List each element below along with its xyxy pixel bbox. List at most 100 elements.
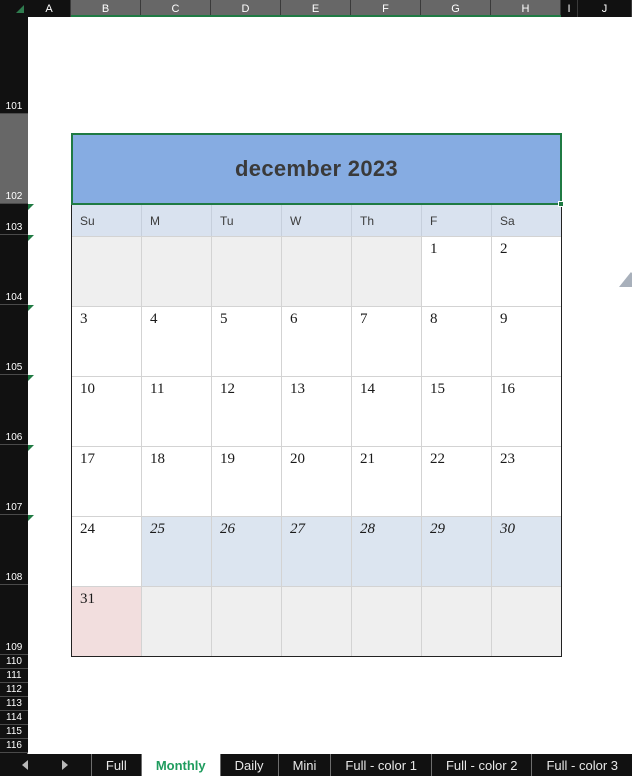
row-header-102[interactable]: 102 <box>0 114 28 204</box>
calendar-empty-cell[interactable] <box>282 236 352 306</box>
calendar-day-cell-5[interactable]: 5 <box>212 306 282 376</box>
calendar-day-cell-29[interactable]: 29 <box>422 516 492 586</box>
day-number: 8 <box>430 311 438 327</box>
day-number: 28 <box>360 521 375 537</box>
calendar-day-cell-20[interactable]: 20 <box>282 446 352 516</box>
calendar-title-cell[interactable]: december 2023 <box>71 133 564 207</box>
select-all-triangle-icon <box>16 5 24 13</box>
weekday-header-th[interactable]: Th <box>352 205 422 236</box>
day-number: 4 <box>150 311 158 327</box>
previous-sheet-arrow-icon[interactable] <box>22 760 29 770</box>
row-header-107[interactable]: 107 <box>0 445 28 515</box>
calendar-empty-cell[interactable] <box>72 236 142 306</box>
sheet-tab-mini[interactable]: Mini <box>277 754 331 776</box>
column-header-i[interactable]: I <box>561 0 578 17</box>
calendar-day-cell-22[interactable]: 22 <box>422 446 492 516</box>
day-number: 31 <box>80 591 95 607</box>
calendar-day-cell-17[interactable]: 17 <box>72 446 142 516</box>
column-header-j[interactable]: J <box>578 0 632 17</box>
row-header-112[interactable]: 112 <box>0 683 28 697</box>
calendar-day-cell-18[interactable]: 18 <box>142 446 212 516</box>
day-number: 2 <box>500 241 508 257</box>
sheet-canvas[interactable]: december 2023 Su M Tu W Th F Sa 1 2 3 4 5 6 7 8 9 10 11 1… <box>29 17 632 754</box>
sheet-tab-full-color-2[interactable]: Full - color 2 <box>430 754 532 776</box>
calendar-empty-cell[interactable] <box>352 236 422 306</box>
sheet-tab-full-color-3[interactable]: Full - color 3 <box>531 754 632 776</box>
calendar-empty-cell[interactable] <box>212 236 282 306</box>
select-all-button[interactable] <box>0 0 28 17</box>
day-number: 30 <box>500 521 515 537</box>
calendar-empty-cell[interactable] <box>212 586 282 656</box>
day-number: 3 <box>80 311 88 327</box>
calendar: december 2023 Su M Tu W Th F Sa 1 2 3 4 5 6 7 8 9 10 11 1… <box>71 133 564 657</box>
calendar-day-cell-1[interactable]: 1 <box>422 236 492 306</box>
calendar-empty-cell[interactable] <box>142 586 212 656</box>
calendar-day-cell-2[interactable]: 2 <box>492 236 561 306</box>
calendar-grid: Su M Tu W Th F Sa 1 2 3 4 5 6 7 8 9 10 11 12 13 14 15 16 17 18 1… <box>71 205 562 657</box>
row-header-116[interactable]: 116 <box>0 739 28 753</box>
row-header-111[interactable]: 111 <box>0 669 28 683</box>
next-sheet-arrow-icon[interactable] <box>62 760 69 770</box>
calendar-day-cell-25[interactable]: 25 <box>142 516 212 586</box>
row-header-114[interactable]: 114 <box>0 711 28 725</box>
scroll-up-triangle-icon[interactable] <box>619 272 632 287</box>
calendar-empty-cell[interactable] <box>142 236 212 306</box>
day-number: 17 <box>80 451 95 467</box>
weekday-header-f[interactable]: F <box>422 205 492 236</box>
calendar-day-cell-13[interactable]: 13 <box>282 376 352 446</box>
row-header-103[interactable]: 103 <box>0 204 28 235</box>
weekday-header-su[interactable]: Su <box>72 205 142 236</box>
calendar-day-cell-30[interactable]: 30 <box>492 516 561 586</box>
calendar-day-cell-19[interactable]: 19 <box>212 446 282 516</box>
calendar-day-cell-15[interactable]: 15 <box>422 376 492 446</box>
calendar-day-cell-24[interactable]: 24 <box>72 516 142 586</box>
row-header-104[interactable]: 104 <box>0 235 28 305</box>
row-header-109[interactable]: 109 <box>0 585 28 655</box>
calendar-empty-cell[interactable] <box>492 586 561 656</box>
row-header-106[interactable]: 106 <box>0 375 28 445</box>
selection-fill-handle[interactable] <box>558 201 564 207</box>
weekday-header-tu[interactable]: Tu <box>212 205 282 236</box>
sheet-tab-full-color-1[interactable]: Full - color 1 <box>330 754 431 776</box>
calendar-day-cell-3[interactable]: 3 <box>72 306 142 376</box>
calendar-day-cell-7[interactable]: 7 <box>352 306 422 376</box>
calendar-day-cell-26[interactable]: 26 <box>212 516 282 586</box>
sheet-tab-full[interactable]: Full <box>90 754 141 776</box>
calendar-empty-cell[interactable] <box>282 586 352 656</box>
calendar-day-cell-16[interactable]: 16 <box>492 376 561 446</box>
day-number: 20 <box>290 451 305 467</box>
calendar-empty-cell[interactable] <box>352 586 422 656</box>
row-header-108[interactable]: 108 <box>0 515 28 585</box>
row-header-113[interactable]: 113 <box>0 697 28 711</box>
sheet-tab-daily[interactable]: Daily <box>219 754 278 776</box>
calendar-day-cell-28[interactable]: 28 <box>352 516 422 586</box>
calendar-day-cell-23[interactable]: 23 <box>492 446 561 516</box>
row-header-115[interactable]: 115 <box>0 725 28 739</box>
weekday-header-row: Su M Tu W Th F Sa <box>72 205 561 236</box>
calendar-day-cell-27[interactable]: 27 <box>282 516 352 586</box>
calendar-day-cell-6[interactable]: 6 <box>282 306 352 376</box>
calendar-day-cell-10[interactable]: 10 <box>72 376 142 446</box>
calendar-week-row: 3 4 5 6 7 8 9 <box>72 306 561 376</box>
column-header-a[interactable]: A <box>28 0 71 17</box>
row-header-101[interactable]: 101 <box>0 17 28 114</box>
calendar-day-cell-12[interactable]: 12 <box>212 376 282 446</box>
sheet-tab-bar: Full Monthly Daily Mini Full - color 1 Full -… <box>0 754 632 776</box>
day-number: 26 <box>220 521 235 537</box>
row-header-105[interactable]: 105 <box>0 305 28 375</box>
weekday-header-w[interactable]: W <box>282 205 352 236</box>
calendar-day-cell-9[interactable]: 9 <box>492 306 561 376</box>
weekday-header-sa[interactable]: Sa <box>492 205 561 236</box>
calendar-empty-cell[interactable] <box>422 586 492 656</box>
weekday-header-m[interactable]: M <box>142 205 212 236</box>
sheet-tab-monthly[interactable]: Monthly <box>140 754 220 776</box>
calendar-day-cell-8[interactable]: 8 <box>422 306 492 376</box>
day-number: 25 <box>150 521 165 537</box>
calendar-day-cell-14[interactable]: 14 <box>352 376 422 446</box>
calendar-day-cell-4[interactable]: 4 <box>142 306 212 376</box>
row-header-110[interactable]: 110 <box>0 655 28 669</box>
day-number: 13 <box>290 381 305 397</box>
calendar-day-cell-21[interactable]: 21 <box>352 446 422 516</box>
calendar-day-cell-11[interactable]: 11 <box>142 376 212 446</box>
calendar-day-cell-31[interactable]: 31 <box>72 586 142 656</box>
